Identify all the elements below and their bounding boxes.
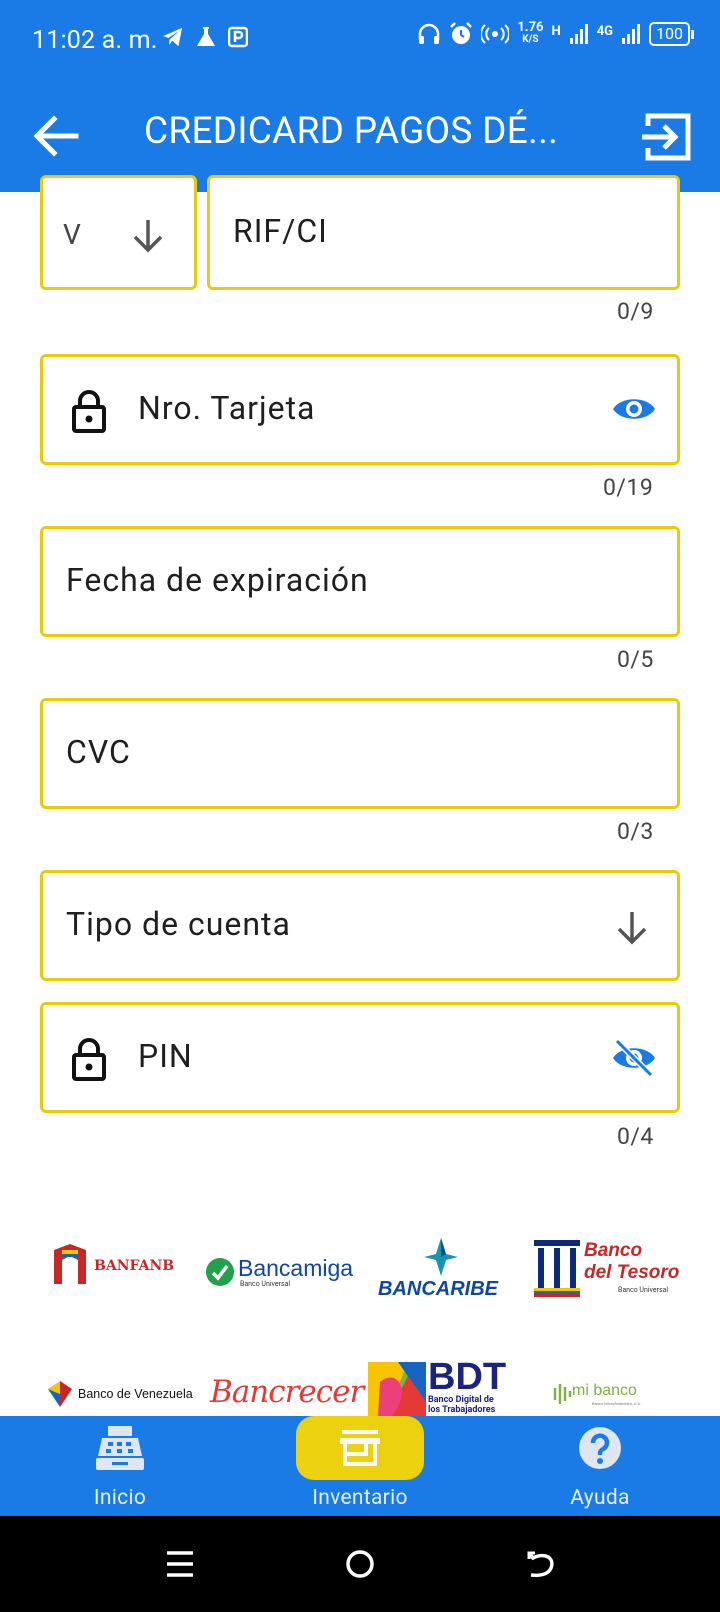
banco-de-venezuela-logo: Banco de Venezuela [48,1380,198,1410]
doc-type-select[interactable]: V [40,175,197,290]
bdt-logo: BDT Banco Digital de los Trabajadores [368,1362,508,1416]
bdv-icon [48,1381,72,1407]
lock-icon [72,1038,106,1081]
bancaribe-text: BANCARIBE [378,1278,498,1300]
tesoro-emblem-icon [534,1240,580,1297]
nav-label-inventario: Inventario [312,1486,408,1510]
mibanco-wave-icon [553,1384,572,1404]
page-title: CREDICARD PAGOS DÉ... [144,110,559,153]
parking-icon [228,26,248,48]
bdt-emblem-icon [368,1362,426,1416]
network-type-4g: 4G [596,24,614,39]
bdt-sub: Banco Digital de los Trabajadores [428,1395,496,1415]
network-type-h: H [551,24,561,39]
bdv-text: Banco de Venezuela [78,1387,193,1401]
account-type-select[interactable]: Tipo de cuenta [40,870,680,981]
store-icon [340,1430,380,1466]
logout-icon[interactable] [638,108,694,164]
tesoro-sub: Banco Universal [618,1286,669,1294]
cvc-input[interactable]: CVC [40,698,680,809]
pin-label: PIN [138,1037,193,1075]
expiry-date-counter: 0/5 [617,646,654,673]
mibanco-text: mi banco [572,1382,637,1399]
hotspot-icon [481,24,510,44]
bancamiga-text: Bancamiga [238,1255,354,1281]
nav-item-ayuda[interactable]: Ayuda [500,1416,700,1516]
menu-icon[interactable] [165,1550,195,1578]
pin-input[interactable]: PIN [40,1002,680,1113]
arrow-down-icon [133,220,163,253]
nav-label-ayuda: Ayuda [570,1486,630,1510]
bancaribe-star-icon [424,1238,458,1276]
status-bar: 11:02 a. m. 1.76 K/S H 4G 100 [0,0,720,80]
banfanb-emblem-icon [54,1244,86,1284]
back-arrow-icon[interactable] [30,110,82,162]
eye-icon[interactable] [611,393,657,425]
rif-counter: 0/9 [617,298,654,325]
card-number-label: Nro. Tarjeta [138,389,316,427]
bancrecer-logo: Bancrecer [210,1370,364,1418]
cvc-label: CVC [66,733,131,771]
rif-label: RIF/CI [233,212,328,250]
banco-del-tesoro-logo: Banco del Tesoro Banco Universal [534,1240,679,1298]
bancamiga-sub: Banco Universal [240,1280,291,1288]
bancamiga-icon [206,1258,234,1286]
screen: 11:02 a. m. 1.76 K/S H 4G 100 CREDICARD P… [0,0,720,1612]
eye-off-icon[interactable] [611,1039,657,1077]
mibanco-sub: Banco Microfinanciero, C.A. [592,1401,642,1406]
nav-item-inventario[interactable]: Inventario [260,1416,460,1516]
flask-icon [197,27,215,46]
cash-register-icon [96,1426,144,1470]
signal-icon-2 [622,24,641,44]
status-time: 11:02 a. m. [32,26,158,55]
bottom-navigation: Inicio Inventario Ayuda [0,1416,720,1516]
bancrecer-text: Bancrecer [210,1374,364,1410]
rif-input[interactable]: RIF/CI [207,175,680,290]
lock-icon [72,390,106,433]
banfanb-text: BANFANB [94,1258,175,1274]
banfanb-logo: BANFANB [50,1244,190,1288]
system-icons: 1.76 K/S H 4G 100 [417,20,694,46]
account-type-label: Tipo de cuenta [66,905,291,943]
bdt-text: BDT [428,1362,507,1398]
arrow-down-icon [617,912,647,945]
tesoro-text-2: del Tesoro [584,1262,680,1283]
doc-type-value: V [63,218,82,251]
home-circle-icon[interactable] [345,1549,375,1579]
signal-icon [569,24,588,44]
nav-label-inicio: Inicio [93,1486,147,1510]
help-icon [579,1427,621,1469]
back-icon[interactable] [525,1550,555,1578]
expiry-date-input[interactable]: Fecha de expiración [40,526,680,637]
cvc-counter: 0/3 [617,818,654,845]
headphones-icon [419,23,440,44]
pin-counter: 0/4 [617,1123,654,1150]
bancamiga-logo: Bancamiga Banco Universal [205,1255,355,1291]
alarm-icon [450,22,473,44]
system-navigation-bar [0,1516,720,1612]
telegram-icon [163,27,183,47]
bancaribe-logo: BANCARIBE [378,1238,504,1304]
network-speed: 1.76 K/S [517,20,544,45]
card-number-input[interactable]: Nro. Tarjeta [40,354,680,465]
tesoro-text-1: Banco [584,1240,643,1261]
expiry-date-label: Fecha de expiración [66,561,369,599]
battery-indicator: 100 [649,22,694,46]
mi-banco-logo: mi banco Banco Microfinanciero, C.A. [552,1380,652,1410]
nav-item-inicio[interactable]: Inicio [20,1416,220,1516]
notification-icons [162,26,248,48]
card-number-counter: 0/19 [603,474,654,501]
